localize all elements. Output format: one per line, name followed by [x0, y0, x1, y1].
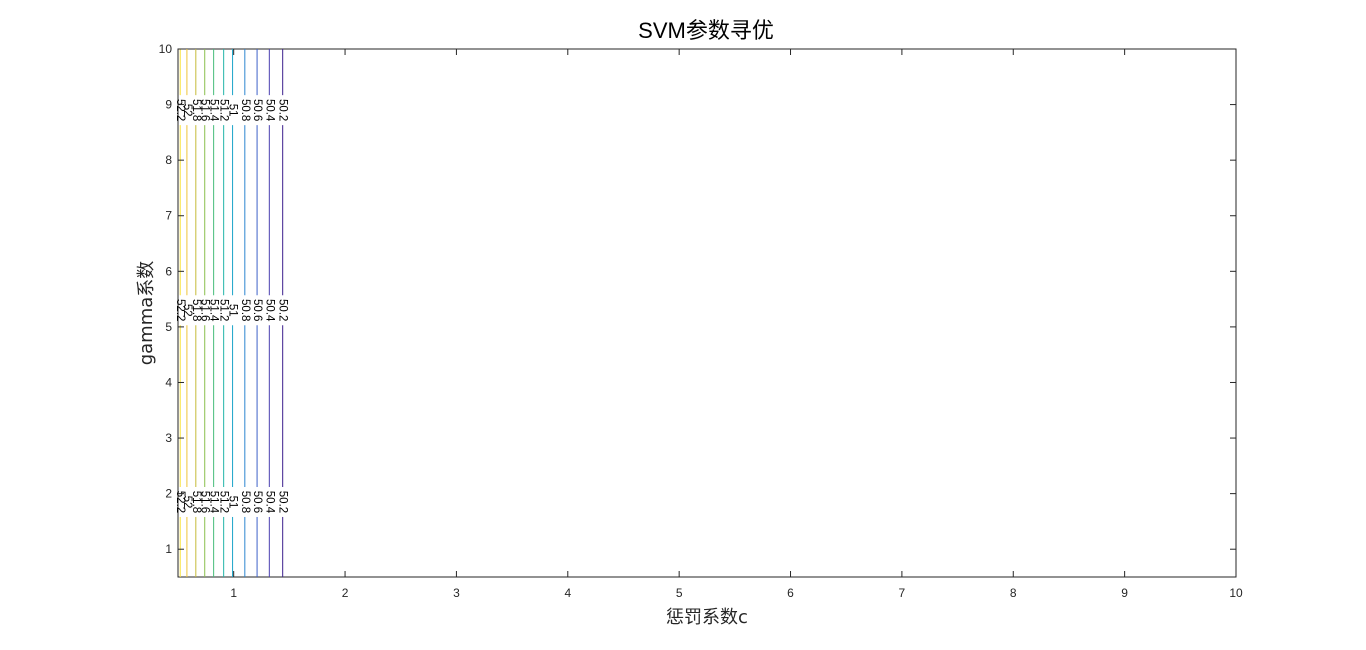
contour-label: 52.2	[174, 491, 186, 513]
contour-label: 50.8	[239, 99, 251, 121]
x-tick-label: 8	[1010, 586, 1017, 600]
y-tick-label: 8	[165, 153, 172, 167]
x-tick-label: 1	[230, 586, 237, 600]
contour-label: 50.8	[239, 299, 251, 321]
contour-label: 50.2	[277, 491, 289, 513]
x-axis-label: 惩罚系数c	[666, 607, 748, 628]
x-tick-label: 3	[453, 586, 460, 600]
contour-label: 52.2	[174, 299, 186, 321]
x-tick-label: 4	[564, 586, 571, 600]
y-tick-label: 6	[165, 264, 172, 278]
contour-label: 50.6	[251, 299, 263, 321]
y-tick-label: 10	[159, 42, 173, 56]
plot-area	[177, 48, 1237, 578]
x-tick-label: 6	[787, 586, 794, 600]
x-tick-label: 7	[899, 586, 906, 600]
contour-figure: SVM参数寻优 50.250.250.250.450.450.450.650.6…	[136, 18, 1243, 628]
y-tick-label: 1	[165, 542, 172, 556]
contour-label: 50.6	[251, 491, 263, 513]
y-axis-label: gamma系数	[136, 261, 157, 366]
contour-label: 50.8	[239, 491, 251, 513]
y-tick-label: 9	[165, 98, 172, 112]
contour-label: 50.4	[263, 99, 275, 122]
y-tick-label: 4	[165, 375, 172, 389]
contour-label: 52.2	[174, 99, 186, 121]
contour-label: 50.4	[263, 299, 275, 322]
y-tick-label: 5	[165, 320, 172, 334]
y-tick-label: 3	[165, 431, 172, 445]
x-tick-label: 10	[1229, 586, 1243, 600]
y-tick-label: 7	[165, 209, 172, 223]
contour-label: 50.2	[277, 99, 289, 121]
contour-label: 50.2	[277, 299, 289, 321]
x-tick-label: 5	[676, 586, 683, 600]
x-tick-label: 9	[1121, 586, 1128, 600]
contour-label: 50.6	[251, 99, 263, 121]
contour-label: 50.4	[263, 491, 275, 514]
x-tick-label: 2	[342, 586, 349, 600]
chart-title: SVM参数寻优	[638, 18, 774, 43]
y-tick-label: 2	[165, 487, 172, 501]
